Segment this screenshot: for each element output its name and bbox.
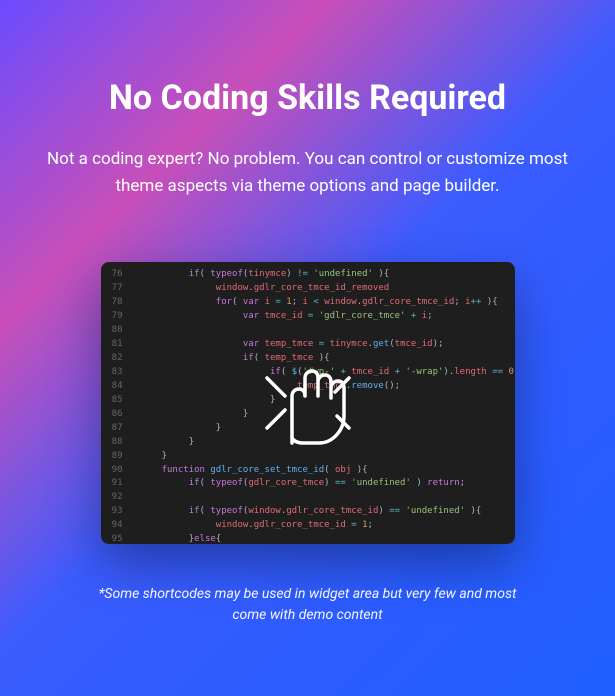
code-preview-card: 76 77 78 79 80 81 82 83 84 85 86 87 88 8… bbox=[101, 262, 515, 544]
no-touch-hand-icon bbox=[253, 348, 363, 458]
page-title: No Coding Skills Required bbox=[109, 78, 506, 118]
page-subtitle: Not a coding expert? No problem. You can… bbox=[38, 146, 578, 200]
code-gutter: 76 77 78 79 80 81 82 83 84 85 86 87 88 8… bbox=[101, 262, 129, 544]
footnote: *Some shortcodes may be used in widget a… bbox=[88, 584, 528, 626]
